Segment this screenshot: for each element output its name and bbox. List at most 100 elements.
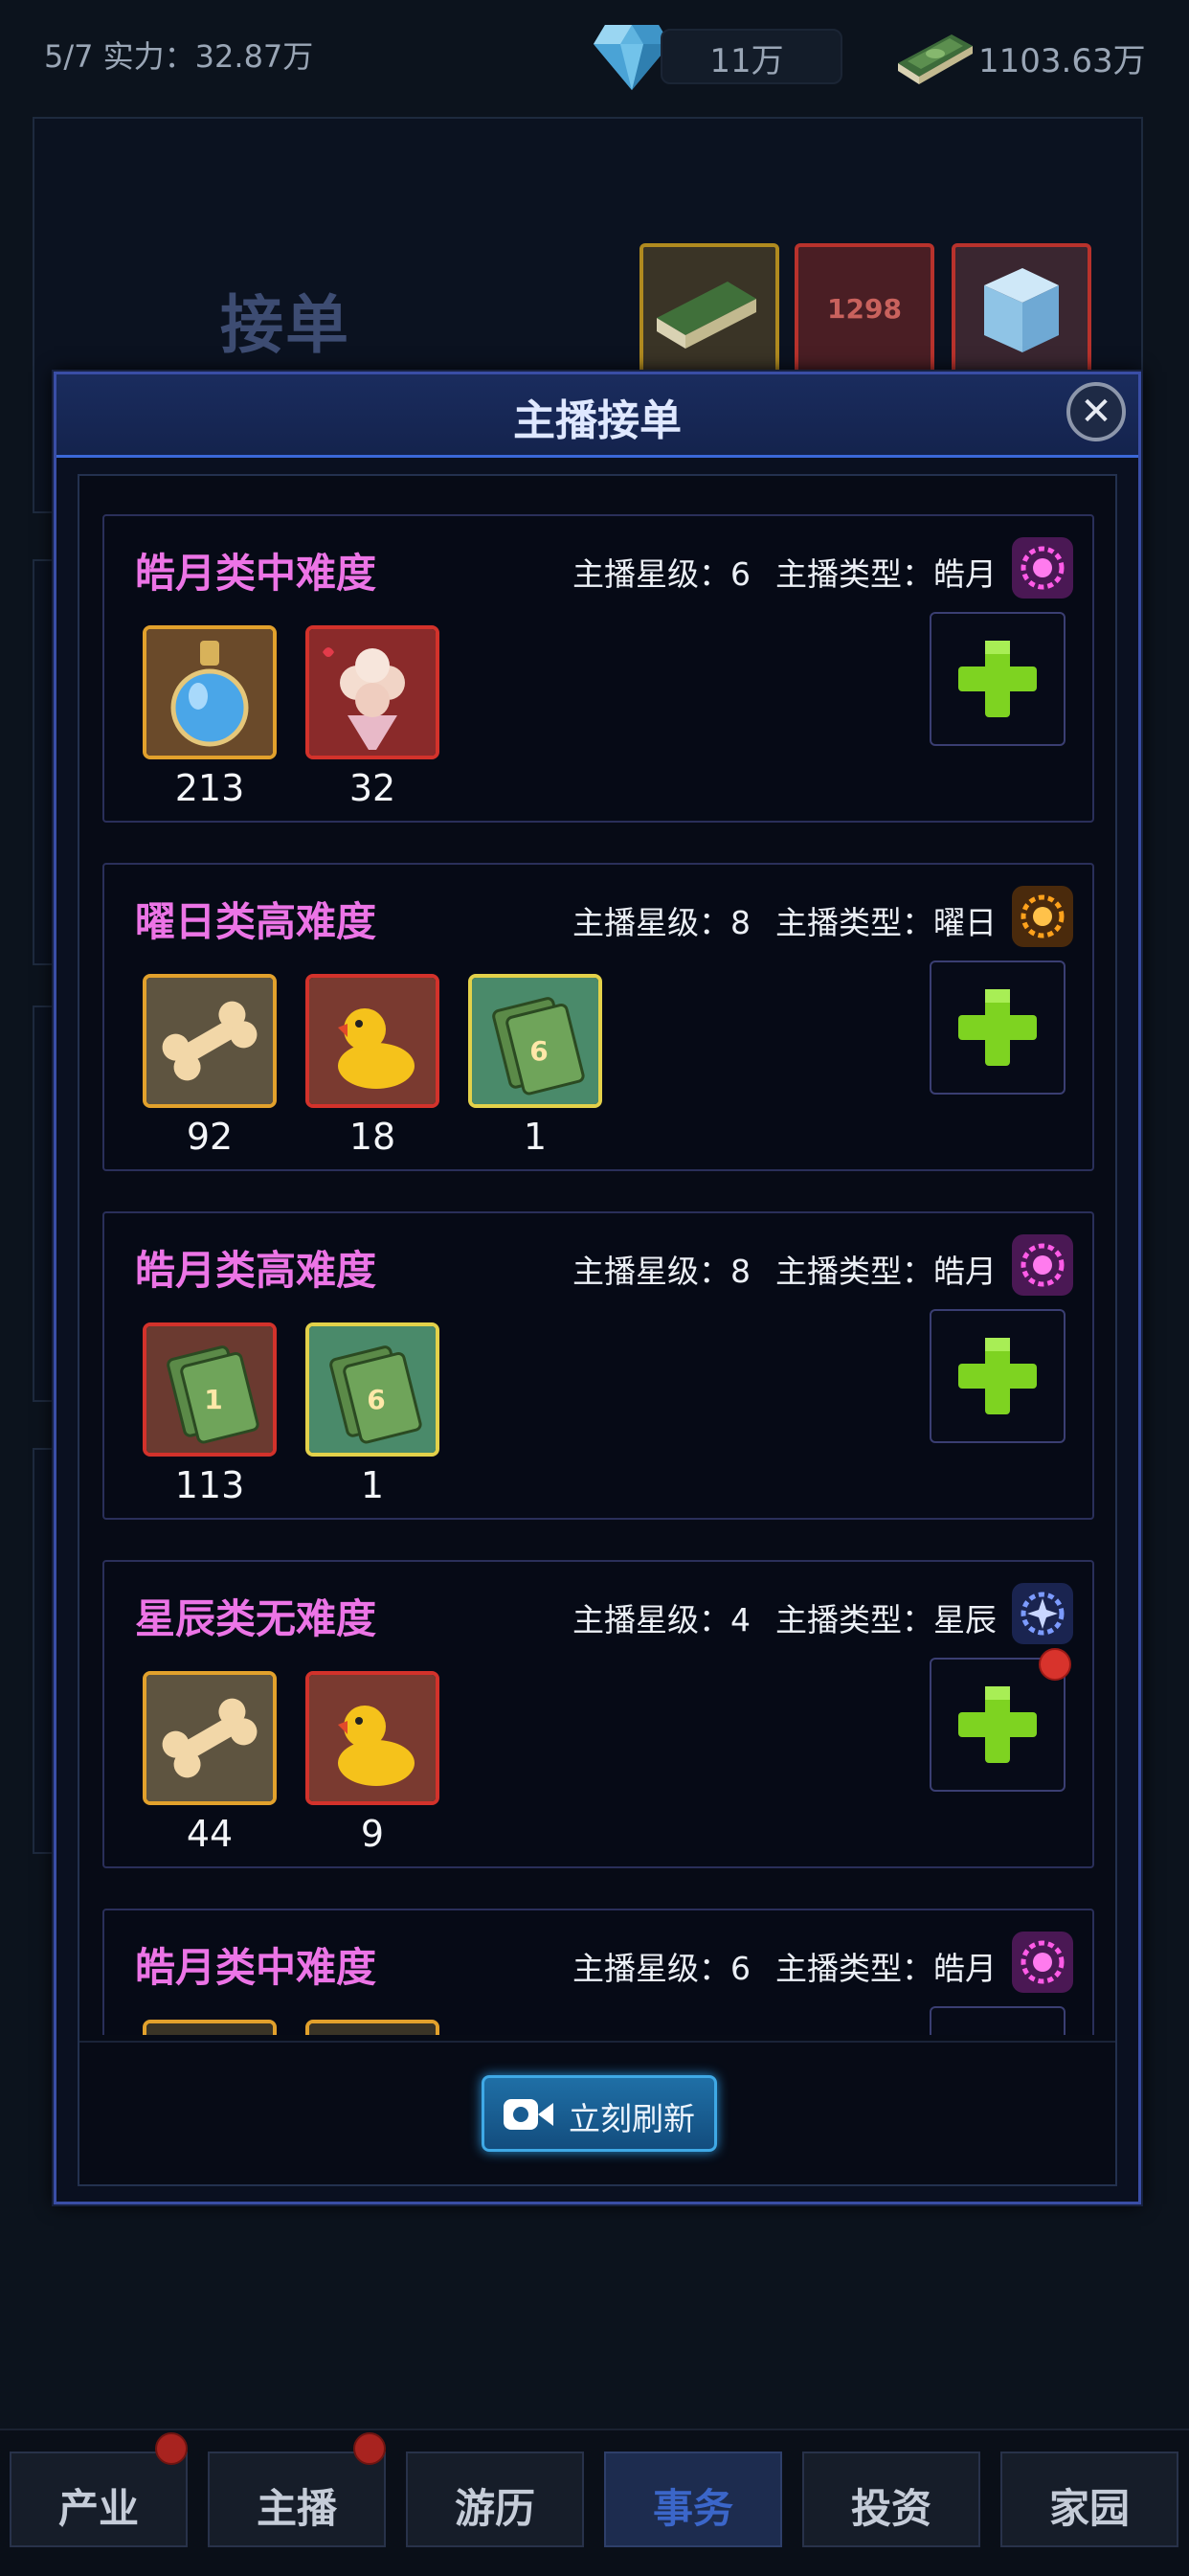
background-ice-item [952, 243, 1091, 381]
reward-item[interactable] [305, 2020, 439, 2035]
item-quantity: 1 [360, 1464, 385, 1506]
item-quantity: 32 [348, 767, 396, 809]
item-quantity: 213 [174, 767, 245, 809]
nav-tab[interactable]: 家园 [1000, 2452, 1178, 2547]
nav-tab-label: 主播 [256, 2485, 337, 2532]
rubber-duck-icon [305, 1671, 439, 1805]
item-quantity: 44 [186, 1813, 234, 1855]
assign-streamer-button[interactable] [930, 1309, 1066, 1443]
order-requirements: 主播星级：8 主播类型：曜日 [572, 897, 997, 943]
assign-streamer-button[interactable] [930, 2006, 1066, 2035]
top-status-bar: 5/7 实力：32.87万 11万 1103.63万 [0, 0, 1189, 105]
reward-item[interactable]: 6 1 [468, 974, 602, 1158]
background-card-label: 1298 [827, 293, 902, 325]
bone-icon [143, 974, 277, 1108]
item-quantity: 92 [186, 1116, 234, 1158]
item-icon [143, 2020, 277, 2035]
gem-count: 11万 [709, 42, 784, 80]
rubber-duck-icon [305, 974, 439, 1108]
rose-bouquet-icon [305, 625, 439, 759]
reward-item[interactable]: 213 [143, 625, 277, 809]
reward-item[interactable]: 92 [143, 974, 277, 1158]
star-level-value: 8 [730, 1253, 751, 1290]
streamer-type-label: 主播类型： [775, 1950, 933, 1987]
cash-count: 1103.63万 [978, 42, 1146, 80]
star-level-value: 4 [730, 1601, 751, 1638]
close-button[interactable]: ✕ [1066, 382, 1126, 441]
star-level-label: 主播星级： [572, 1253, 730, 1290]
plus-icon [958, 1686, 1037, 1763]
streamer-type-label: 主播类型： [775, 555, 933, 593]
refresh-now-button[interactable]: 立刻刷新 [482, 2075, 717, 2152]
assign-streamer-button[interactable] [930, 612, 1066, 746]
nav-tab[interactable]: 投资 [802, 2452, 980, 2547]
order-list[interactable]: 皓月类中难度 主播星级：6 主播类型：皓月 213 32 曜日类高难度 主播星级：… [79, 476, 1115, 2035]
assign-streamer-button[interactable] [930, 1648, 1071, 1792]
nav-tab[interactable]: 主播 [208, 2432, 386, 2547]
order-requirements: 主播星级：6 主播类型：皓月 [572, 549, 997, 595]
nav-tab-label: 产业 [57, 2485, 139, 2532]
nav-tab-label: 家园 [1048, 2485, 1130, 2532]
nav-tab-label: 事务 [652, 2485, 733, 2532]
moon-gear-icon [1012, 1932, 1073, 1993]
item-icon [305, 2020, 439, 2035]
star-level-value: 8 [730, 904, 751, 941]
footer-divider [79, 2041, 1115, 2043]
streamer-type-value: 皓月 [933, 1950, 997, 1987]
order-card: 星辰类无难度 主播星级：4 主播类型：星辰 44 9 [102, 1560, 1094, 1868]
star-level-label: 主播星级： [572, 1950, 730, 1987]
star-level-value: 6 [730, 555, 751, 593]
bottom-navigation: 产业 主播 游历 事务 投资 家园 [0, 2429, 1189, 2576]
order-title: 曜日类高难度 [135, 898, 377, 945]
star-level-label: 主播星级： [572, 904, 730, 941]
star-level-value: 6 [730, 1950, 751, 1987]
svg-text:6: 6 [367, 1384, 385, 1415]
assign-streamer-button[interactable] [930, 960, 1066, 1095]
nav-tab[interactable]: 产业 [10, 2432, 188, 2547]
order-card: 皓月类中难度 主播星级：6 主播类型：皓月 [102, 1909, 1094, 2035]
notification-badge [353, 2432, 386, 2465]
reward-item[interactable] [143, 2020, 277, 2035]
plus-icon [958, 989, 1037, 1066]
item-quantity: 18 [348, 1116, 396, 1158]
item-quantity: 9 [360, 1813, 385, 1855]
sun-gear-icon [1012, 886, 1073, 947]
svg-text:6: 6 [529, 1035, 548, 1067]
star-level-label: 主播星级： [572, 1601, 730, 1638]
order-title: 皓月类中难度 [135, 1944, 377, 1991]
reward-item[interactable]: 44 [143, 1671, 277, 1855]
card-6-icon: 6 [468, 974, 602, 1108]
nav-tab-label: 游历 [454, 2485, 535, 2532]
plus-icon [931, 2008, 1064, 2035]
order-requirements: 主播星级：6 主播类型：皓月 [572, 1943, 997, 1989]
video-camera-icon [504, 2099, 553, 2130]
ice-cube-icon [984, 268, 1059, 352]
nav-tab[interactable]: 游历 [406, 2452, 584, 2547]
moon-gear-icon [1012, 1234, 1073, 1296]
order-requirements: 主播星级：4 主播类型：星辰 [572, 1594, 997, 1640]
reward-item[interactable]: 18 [305, 974, 439, 1158]
nav-tab-label: 投资 [850, 2485, 931, 2532]
streamer-type-value: 曜日 [933, 904, 997, 941]
svg-text:1: 1 [204, 1384, 222, 1415]
plus-icon [958, 641, 1037, 717]
plus-icon [958, 1338, 1037, 1414]
bone-icon [143, 1671, 277, 1805]
streamer-type-value: 皓月 [933, 555, 997, 593]
refresh-now-label: 立刻刷新 [569, 2100, 695, 2137]
reward-item[interactable]: 32 [305, 625, 439, 809]
item-quantity: 113 [174, 1464, 245, 1506]
reward-item[interactable]: 6 1 [305, 1322, 439, 1506]
notification-badge [1039, 1648, 1071, 1681]
dialog-header: 主播接单 ✕ [56, 374, 1138, 458]
background-cash-item [639, 243, 779, 381]
nav-tab[interactable]: 事务 [604, 2452, 782, 2547]
streamer-type-label: 主播类型： [775, 904, 933, 941]
order-card: 皓月类高难度 主播星级：8 主播类型：皓月 1 113 6 1 [102, 1211, 1094, 1520]
streamer-type-label: 主播类型： [775, 1601, 933, 1638]
card-1-icon: 1 [143, 1322, 277, 1457]
reward-item[interactable]: 9 [305, 1671, 439, 1855]
reward-item[interactable]: 1 113 [143, 1322, 277, 1506]
potion-icon [143, 625, 277, 759]
background-card-item: 1298 [795, 243, 934, 381]
